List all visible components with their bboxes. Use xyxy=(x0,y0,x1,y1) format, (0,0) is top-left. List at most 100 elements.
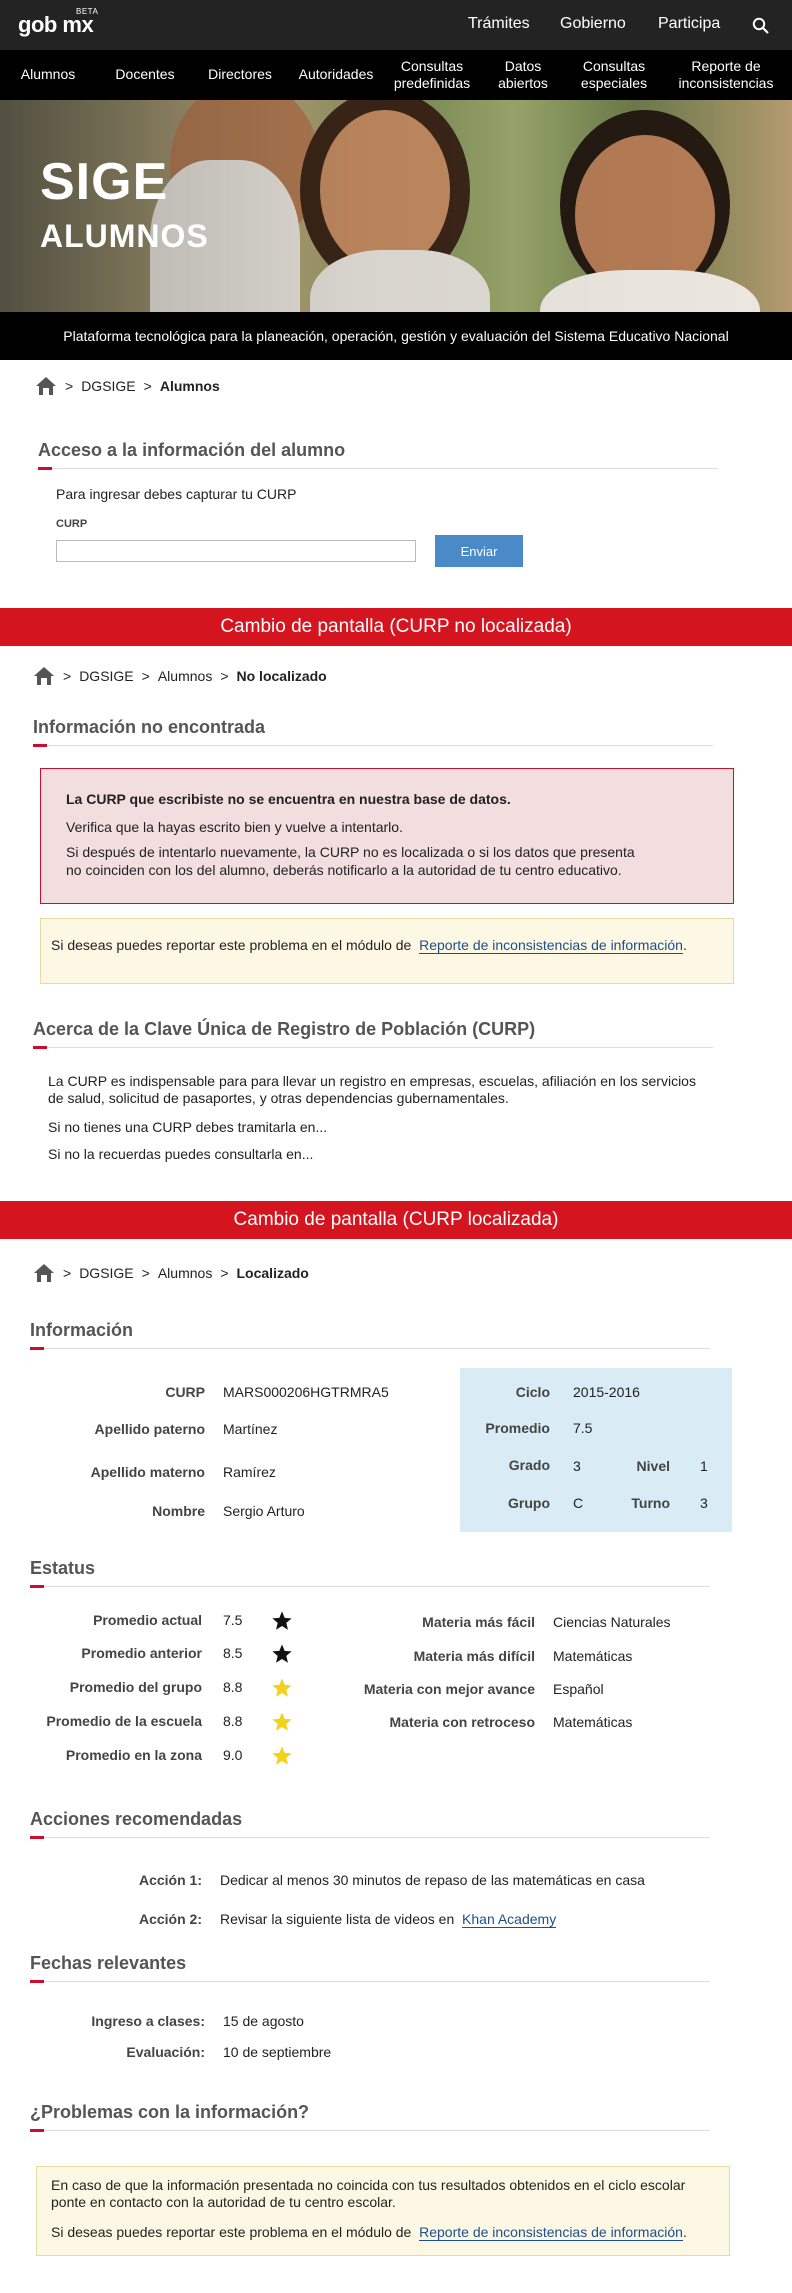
about-p1-line1: La CURP es indispensable para para lleva… xyxy=(48,1073,696,1089)
accion2-text: Revisar la siguiente lista de videos en xyxy=(220,1911,455,1927)
home-icon[interactable] xyxy=(33,666,55,686)
menu-datos-abiertos[interactable]: Datos abiertos xyxy=(498,58,548,92)
prob-p1-line2: ponte en contacto con la autoridad de tu… xyxy=(51,2194,396,2210)
breadcrumb-current: Localizado xyxy=(236,1265,309,1281)
estatus-value: 9.0 xyxy=(223,1747,243,1763)
info-title: Información xyxy=(30,1320,134,1340)
breadcrumb-not-found: > DGSIGE > Alumnos > No localizado xyxy=(33,666,327,686)
menu-autoridades[interactable]: Autoridades xyxy=(299,66,374,83)
error-alert: La CURP que escribiste no se encuentra e… xyxy=(40,768,734,904)
breadcrumb-alumnos[interactable]: Alumnos xyxy=(158,668,212,684)
breadcrumb-dgsige[interactable]: DGSIGE xyxy=(79,668,133,684)
curp-input[interactable] xyxy=(56,540,416,562)
grado-value: 3 xyxy=(573,1458,581,1474)
breadcrumb-found: > DGSIGE > Alumnos > Localizado xyxy=(33,1263,309,1283)
estatus-value: 8.8 xyxy=(223,1679,243,1695)
prob-p1-line1: En caso de que la información presentada… xyxy=(51,2177,686,2193)
star-yellow-icon xyxy=(272,1746,292,1765)
about-p2[interactable]: Si no tienes una CURP debes tramitarla e… xyxy=(48,1119,327,1135)
breadcrumb-dgsige[interactable]: DGSIGE xyxy=(81,378,135,394)
nav-gobierno[interactable]: Gobierno xyxy=(560,15,626,33)
apellido-paterno-value: Martínez xyxy=(223,1421,278,1437)
section-marker xyxy=(33,744,47,747)
beta-badge: BETA xyxy=(76,7,99,16)
khan-academy-link[interactable]: Khan Academy xyxy=(462,1911,557,1928)
promedio-label: Promedio xyxy=(485,1420,550,1436)
menu-alumnos[interactable]: Alumnos xyxy=(21,66,75,83)
access-instructions: Para ingresar debes capturar tu CURP xyxy=(56,486,297,502)
ciclo-label: Ciclo xyxy=(515,1384,550,1400)
platform-tagline: Plataforma tecnológica para la planeació… xyxy=(0,312,792,360)
nav-tramites[interactable]: Trámites xyxy=(468,15,530,33)
report-link[interactable]: Reporte de inconsistencias de informació… xyxy=(419,937,683,954)
menu-directores[interactable]: Directores xyxy=(208,66,272,83)
breadcrumb-current: Alumnos xyxy=(159,378,220,394)
top-bar: gob mx BETA Trámites Gobierno Participa xyxy=(0,0,792,50)
gobmx-logo[interactable]: gob mx BETA xyxy=(18,7,98,38)
materia-value: Español xyxy=(553,1681,604,1697)
not-found-title: Información no encontrada xyxy=(33,717,266,737)
breadcrumb-current: No localizado xyxy=(236,668,327,684)
section-marker xyxy=(30,1347,44,1350)
grupo-label: Grupo xyxy=(508,1495,550,1511)
evaluacion-value: 10 de septiembre xyxy=(223,2044,332,2060)
menu-reporte-inconsistencias[interactable]: Reporte de inconsistencias xyxy=(679,58,774,92)
apellido-materno-label: Apellido materno xyxy=(90,1464,205,1480)
star-yellow-icon xyxy=(272,1678,292,1697)
home-icon[interactable] xyxy=(35,376,57,396)
menu-consultas-predefinidas[interactable]: Consultas predefinidas xyxy=(394,58,470,92)
section-marker xyxy=(30,2129,44,2132)
grado-label: Grado xyxy=(508,1457,550,1473)
breadcrumb-dgsige[interactable]: DGSIGE xyxy=(79,1265,133,1281)
estatus-value: 7.5 xyxy=(223,1612,243,1628)
fechas-title: Fechas relevantes xyxy=(30,1953,187,1973)
estatus-label: Promedio de la escuela xyxy=(46,1713,202,1729)
section-marker xyxy=(33,1046,47,1049)
nivel-value: 1 xyxy=(700,1458,708,1474)
report-notice: Si deseas puedes reportar este problema … xyxy=(40,918,734,984)
materia-label: Materia con mejor avance xyxy=(363,1681,535,1697)
alert-heading: La CURP que escribiste no se encuentra e… xyxy=(66,791,511,807)
estatus-value: 8.8 xyxy=(223,1713,243,1729)
breadcrumb-alumnos[interactable]: Alumnos xyxy=(158,1265,212,1281)
enviar-button[interactable]: Enviar xyxy=(435,535,523,567)
search-icon[interactable] xyxy=(752,17,769,34)
problemas-notice: En caso de que la información presentada… xyxy=(36,2166,730,2256)
materia-label: Materia con retroceso xyxy=(389,1714,536,1730)
prob-report-text: Si deseas puedes reportar este problema … xyxy=(51,2224,412,2240)
menu-docentes[interactable]: Docentes xyxy=(115,66,174,83)
estatus-label: Promedio del grupo xyxy=(69,1679,202,1695)
ingreso-value: 15 de agosto xyxy=(223,2013,304,2029)
ingreso-label: Ingreso a clases: xyxy=(91,2013,205,2029)
prob-report-link[interactable]: Reporte de inconsistencias de informació… xyxy=(419,2224,683,2241)
nivel-label: Nivel xyxy=(636,1458,670,1474)
materia-label: Materia más fácil xyxy=(422,1614,535,1630)
grupo-value: C xyxy=(573,1495,584,1511)
estatus-label: Promedio actual xyxy=(93,1612,202,1628)
section-marker xyxy=(30,1585,44,1588)
accion1-text: Dedicar al menos 30 minutos de repaso de… xyxy=(220,1872,645,1888)
materia-value: Matemáticas xyxy=(553,1714,633,1730)
about-p3[interactable]: Si no la recuerdas puedes consultarla en… xyxy=(48,1146,313,1162)
report-text: Si deseas puedes reportar este problema … xyxy=(51,937,412,953)
nombre-value: Sergio Arturo xyxy=(223,1503,305,1519)
promedio-value: 7.5 xyxy=(573,1420,593,1436)
apellido-materno-value: Ramírez xyxy=(223,1464,276,1480)
turno-value: 3 xyxy=(700,1495,708,1511)
apellido-paterno-label: Apellido paterno xyxy=(94,1421,205,1437)
nav-participa[interactable]: Participa xyxy=(658,15,720,33)
access-title: Acceso a la información del alumno xyxy=(38,440,346,460)
star-black-icon xyxy=(272,1644,292,1663)
evaluacion-label: Evaluación: xyxy=(126,2044,205,2060)
about-curp-title: Acerca de la Clave Única de Registro de … xyxy=(33,1019,536,1039)
materia-value: Ciencias Naturales xyxy=(553,1614,671,1630)
estatus-title: Estatus xyxy=(30,1558,96,1578)
estatus-label: Promedio en la zona xyxy=(65,1747,202,1763)
home-icon[interactable] xyxy=(33,1263,55,1283)
section-marker xyxy=(30,1980,44,1983)
hero-banner: SIGE ALUMNOS xyxy=(0,100,792,312)
school-info-panel: Ciclo 2015-2016 Promedio 7.5 Grado 3 Niv… xyxy=(460,1368,732,1532)
sige-logo: SIGE xyxy=(40,153,169,211)
about-p1-line2: de salud, solicitud de pasaportes, y otr… xyxy=(48,1090,509,1106)
menu-consultas-especiales[interactable]: Consultas especiales xyxy=(581,58,647,92)
